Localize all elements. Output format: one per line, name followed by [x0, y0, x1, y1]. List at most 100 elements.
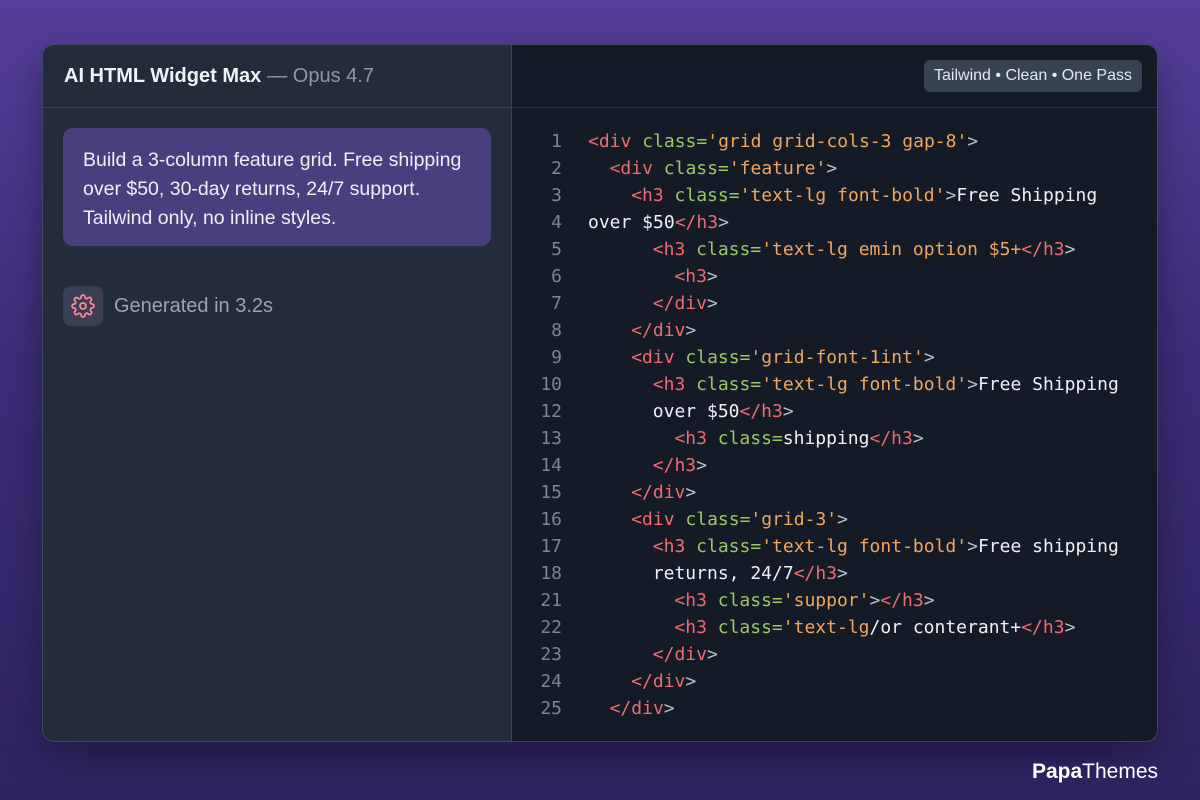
code-line: 24 </div>: [512, 668, 1157, 695]
code-token: >: [663, 698, 675, 719]
code-token: </div: [631, 482, 686, 503]
settings-badge: Tailwind • Clean • One Pass: [924, 60, 1142, 92]
line-content: <div class='grid-3'>: [588, 509, 848, 530]
code-token: >: [706, 266, 718, 287]
line-number: 9: [551, 347, 562, 368]
code-line: 9 <div class='grid-font-1int'>: [512, 344, 1157, 371]
line-content: </div>: [588, 698, 675, 719]
generation-status: Generated in 3.2s: [63, 286, 511, 326]
code-token: >: [912, 428, 924, 449]
code-token: >: [923, 347, 935, 368]
code-line: 16 <div class='grid-3'>: [512, 506, 1157, 533]
code-line: 6 <h3>: [512, 263, 1157, 290]
line-number: 25: [540, 698, 562, 719]
code-token: >: [1064, 239, 1076, 260]
brand-logo: PapaThemes: [1032, 760, 1158, 784]
code-token: </div: [652, 293, 707, 314]
line-content: over $50</h3>: [588, 401, 794, 422]
code-token: </div: [652, 644, 707, 665]
code-token: class=: [685, 347, 751, 368]
code-token: </h3: [1021, 617, 1065, 638]
brand-part-papa: Papa: [1031, 760, 1083, 783]
line-number: 22: [540, 617, 562, 638]
line-content: <div class='grid grid-cols-3 gap-8'>: [588, 131, 978, 152]
code-token: >: [837, 509, 848, 530]
code-token: Free Shipping: [956, 185, 1098, 206]
code-token: class=: [685, 509, 751, 530]
code-token: class=: [696, 536, 762, 557]
code-line: 8 </div>: [512, 317, 1157, 344]
code-line: 10 <h3 class='text-lg font-bold'>Free Shi…: [512, 371, 1157, 398]
line-number: 13: [540, 428, 562, 449]
chat-panel: AI HTML Widget Max — Opus 4.7 Build a 3-…: [43, 45, 512, 741]
code-token: class=: [696, 239, 762, 260]
code-token: <div: [631, 347, 675, 368]
code-token: </h3: [793, 563, 838, 584]
code-line: 21 <h3 class='suppor'></h3>: [512, 587, 1157, 614]
code-panel: Tailwind • Clean • One Pass 1 <div class=…: [512, 45, 1157, 741]
line-content: <h3 class='text-lg emin option $5+</h3>: [588, 239, 1076, 260]
code-token: </h3: [1021, 239, 1065, 260]
code-token: >: [696, 455, 707, 476]
line-content: <h3>: [588, 266, 718, 287]
code-token: <h3: [674, 428, 707, 449]
code-panel-header: Tailwind • Clean • One Pass: [512, 45, 1157, 108]
line-content: <h3 class='text-lg/or conterant+</h3>: [588, 617, 1075, 638]
code-token: over $50: [652, 401, 740, 422]
code-token: <h3: [652, 239, 686, 260]
line-content: <h3 class='text-lg font-bold'>Free Shipp…: [588, 185, 1097, 206]
code-token: </div: [631, 320, 686, 341]
code-token: >: [967, 374, 978, 395]
line-content: </div>: [588, 671, 696, 692]
code-token: >: [782, 401, 794, 422]
line-content: </div>: [588, 320, 696, 341]
code-token: >: [706, 293, 718, 314]
code-line: 22 <h3 class='text-lg/or conterant+</h3>: [512, 614, 1157, 641]
line-content: <h3 class='text-lg font-bold'>Free Shipp…: [588, 374, 1119, 395]
line-number: 18: [540, 563, 562, 584]
code-token: </h3: [880, 590, 924, 611]
code-token: >: [1064, 617, 1076, 638]
code-line: 25 </div>: [512, 695, 1157, 722]
code-token: >: [967, 131, 979, 152]
code-line: 13 <h3 class=shipping</h3>: [512, 425, 1157, 452]
code-line: 17 <h3 class='text-lg font-bold'>Free shi…: [512, 533, 1157, 560]
line-number: 10: [540, 374, 562, 395]
line-content: </div>: [588, 293, 718, 314]
code-line: 14 </h3>: [512, 452, 1157, 479]
code-token: <h3: [652, 536, 686, 557]
prompt-text: Build a 3-column feature grid. Free ship…: [83, 149, 462, 229]
app-title: AI HTML Widget Max: [64, 64, 262, 87]
code-line: 2 <div class='feature'>: [512, 155, 1157, 182]
code-token: <div: [631, 509, 675, 530]
code-token: 'text-lg font-bold': [739, 185, 946, 206]
line-content: <div class='grid-font-1int'>: [588, 347, 935, 368]
line-number: 1: [551, 131, 562, 152]
code-line: 23 </div>: [512, 641, 1157, 668]
code-token: 'feature': [728, 158, 827, 179]
code-line: 12 over $50</h3>: [512, 398, 1157, 425]
line-content: returns, 24/7</h3>: [588, 563, 848, 584]
code-token: >: [685, 320, 697, 341]
code-token: over $50: [588, 212, 675, 233]
code-token: class=: [717, 617, 783, 638]
code-line: 7 </div>: [512, 290, 1157, 317]
user-prompt-bubble: Build a 3-column feature grid. Free ship…: [63, 128, 491, 246]
code-token: </div: [631, 671, 686, 692]
code-token: <h3: [674, 266, 707, 287]
code-token: 'text-lg font-bold': [761, 536, 968, 557]
line-number: 14: [540, 455, 562, 476]
code-token: >: [945, 185, 957, 206]
code-token: class=: [642, 131, 708, 152]
line-number: 2: [551, 158, 562, 179]
line-number: 3: [551, 185, 562, 206]
gear-icon: [63, 286, 103, 326]
line-number: 7: [551, 293, 562, 314]
code-token: shipping: [782, 428, 870, 449]
